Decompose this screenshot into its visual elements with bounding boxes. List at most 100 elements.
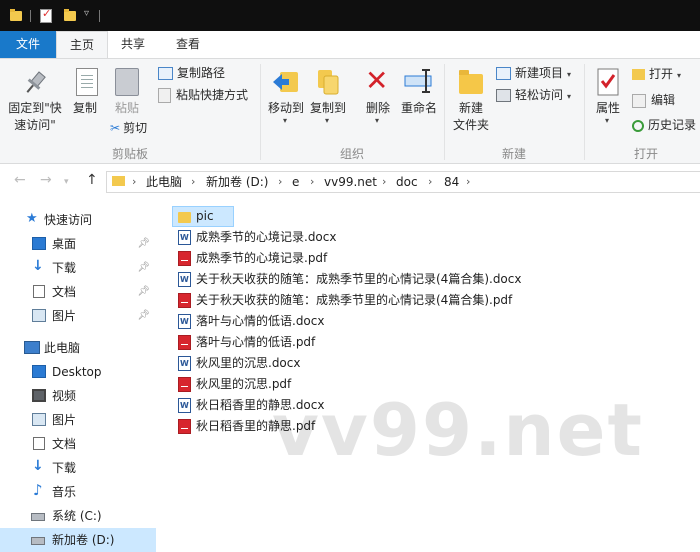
up-arrow-icon[interactable]: ↑ (86, 172, 98, 188)
pin-label-line1: 固定到"快 (8, 101, 62, 115)
tab-view[interactable]: 查看 (163, 31, 213, 58)
new-item-button[interactable]: 新建项目 ▾ (496, 63, 571, 83)
pdf-icon (178, 419, 191, 434)
nav-label: 图片 (52, 413, 77, 427)
copy-path-label: 复制路径 (177, 66, 226, 80)
breadcrumb-separator[interactable]: › (466, 171, 470, 193)
new-folder-button[interactable]: 新建 文件夹 (450, 66, 492, 136)
cut-button[interactable]: ✂ 剪切 (110, 118, 147, 138)
breadcrumb-separator[interactable]: › (132, 171, 136, 193)
open-button[interactable]: 打开 ▾ (632, 64, 681, 84)
recent-locations-chevron-icon[interactable]: ▾ (64, 177, 69, 187)
breadcrumb-e[interactable]: e (292, 171, 299, 193)
new-item-icon (496, 67, 511, 80)
new-folder-icon[interactable] (64, 9, 76, 21)
rename-icon (404, 69, 432, 93)
group-label-open: 打开 (633, 147, 658, 161)
music-note-icon: ♪ (33, 481, 43, 499)
pin-icon (26, 71, 46, 93)
group-divider (444, 64, 445, 160)
nav-item-documents[interactable]: 文档 📌︎ (0, 280, 156, 304)
nav-label: 图片 (52, 309, 77, 323)
copy-path-icon (158, 67, 173, 80)
file-name: pic (196, 209, 214, 223)
breadcrumb-drive-d[interactable]: 新加卷 (D:) (206, 171, 268, 193)
watermark-text: vv99.net (272, 388, 644, 472)
move-to-label: 移动到 (267, 101, 304, 115)
nav-item-videos[interactable]: 视频 (0, 384, 156, 408)
nav-label: 下载 (52, 261, 77, 275)
copy-icon (76, 68, 98, 96)
edit-button[interactable]: 编辑 (632, 90, 675, 110)
breadcrumb-separator[interactable]: › (382, 171, 386, 193)
nav-item-desktop[interactable]: 桌面 📌︎ (0, 232, 156, 256)
breadcrumb-separator[interactable]: › (278, 171, 282, 193)
breadcrumb-doc[interactable]: doc (396, 171, 418, 193)
file-name: 秋风里的沉思.pdf (196, 377, 292, 391)
history-label: 历史记录 (648, 118, 697, 132)
nav-quick-access[interactable]: ★ 快速访问 (0, 208, 156, 232)
nav-item-pictures[interactable]: 图片 (0, 408, 156, 432)
group-label-clipboard: 剪贴板 (111, 147, 148, 161)
download-arrow-icon: ↓ (32, 458, 44, 474)
breadcrumb-separator[interactable]: › (310, 171, 314, 193)
breadcrumb-separator[interactable]: › (428, 171, 432, 193)
pictures-icon (32, 413, 46, 426)
tab-home[interactable]: 主页 (56, 31, 108, 59)
pin-icon[interactable]: 📌︎ (137, 304, 150, 328)
nav-item-pictures[interactable]: 图片 📌︎ (0, 304, 156, 328)
copy-label: 复制 (72, 101, 97, 115)
breadcrumb-separator[interactable]: › (191, 171, 195, 193)
dropdown-arrow-icon: ▾ (325, 116, 330, 125)
delete-button[interactable]: ✕ 删除 ▾ (360, 64, 396, 125)
tab-share[interactable]: 共享 (110, 31, 156, 58)
nav-item-downloads[interactable]: ↓ 下载 📌︎ (0, 256, 156, 280)
word-doc-icon (178, 269, 191, 290)
copy-to-button[interactable]: 复制到 ▾ (308, 66, 348, 125)
paste-shortcut-label: 粘贴快捷方式 (176, 88, 249, 102)
rename-button[interactable]: 重命名 (398, 66, 440, 116)
breadcrumb-84[interactable]: 84 (444, 171, 459, 193)
properties-button[interactable]: 属性 ▾ (590, 66, 626, 125)
copy-button[interactable]: 复制 (68, 66, 102, 116)
tab-file[interactable]: 文件 (0, 31, 56, 58)
nav-label: 新加卷 (D:) (52, 533, 115, 547)
nav-item-drive-c[interactable]: 系统 (C:) (0, 504, 156, 528)
properties-icon[interactable] (40, 7, 52, 23)
paste-button[interactable]: 粘贴 (108, 66, 146, 116)
nav-item-desktop-en[interactable]: Desktop (0, 360, 156, 384)
easy-access-icon (496, 89, 511, 102)
customize-arrow-icon[interactable]: ▿ (84, 8, 89, 19)
nav-item-music[interactable]: ♪ 音乐 (0, 480, 156, 504)
folder-icon[interactable] (10, 9, 22, 21)
delete-label: 删除 (365, 101, 390, 115)
easy-access-button[interactable]: 轻松访问 ▾ (496, 85, 571, 105)
history-button[interactable]: 历史记录 (632, 115, 696, 135)
pin-icon[interactable]: 📌︎ (137, 256, 150, 280)
file-name: 落叶与心情的低语.docx (196, 314, 325, 328)
breadcrumb-this-pc[interactable]: 此电脑 (146, 171, 182, 193)
nav-this-pc[interactable]: 此电脑 (0, 336, 156, 360)
forward-arrow-icon[interactable]: → (40, 172, 52, 188)
move-to-button[interactable]: 移动到 ▾ (266, 66, 306, 125)
pin-icon[interactable]: 📌︎ (137, 232, 150, 256)
nav-item-drive-d[interactable]: 新加卷 (D:) (0, 528, 156, 552)
separator (30, 10, 31, 22)
pdf-icon (178, 335, 191, 350)
open-label: 打开 (649, 67, 674, 81)
new-item-label: 新建项目 (515, 66, 564, 80)
paste-shortcut-button[interactable]: 粘贴快捷方式 (158, 85, 248, 105)
pin-icon[interactable]: 📌︎ (137, 280, 150, 304)
folder-icon (459, 70, 483, 94)
file-name: 成熟季节的心境记录.docx (196, 230, 337, 244)
breadcrumb-vv99[interactable]: vv99.net (324, 171, 377, 193)
nav-label: 文档 (52, 285, 77, 299)
documents-icon (33, 437, 45, 450)
pdf-icon (178, 377, 191, 392)
nav-item-documents[interactable]: 文档 (0, 432, 156, 456)
pin-to-quick-access-button[interactable]: 固定到"快 速访问" (4, 66, 66, 136)
nav-label: 文档 (52, 437, 77, 451)
back-arrow-icon[interactable]: ← (14, 172, 26, 188)
nav-item-downloads[interactable]: ↓ 下载 (0, 456, 156, 480)
copy-path-button[interactable]: 复制路径 (158, 63, 225, 83)
